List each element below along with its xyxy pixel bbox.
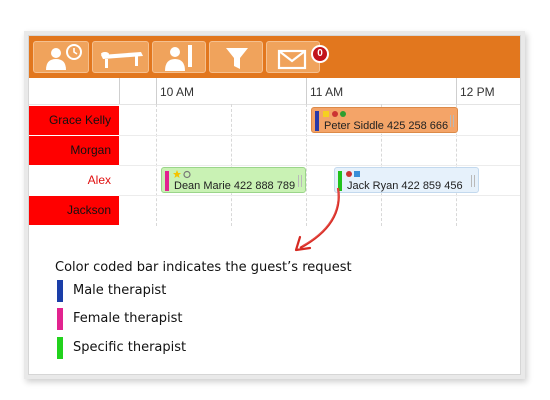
request-color-bar — [315, 111, 319, 131]
guest-status-icons — [323, 111, 346, 117]
therapists-button[interactable] — [152, 41, 206, 73]
massage-table-icon — [101, 52, 143, 68]
legend-swatch — [57, 280, 63, 302]
hour-label-12pm: 12 PM — [460, 85, 495, 99]
therapist-row-jackson[interactable]: Jackson — [29, 196, 119, 225]
resize-handle[interactable] — [471, 175, 475, 187]
appointment-peter-siddle[interactable]: Peter Siddle 425 258 666 — [311, 107, 458, 133]
row-divider — [119, 135, 520, 136]
hour-label-10am: 10 AM — [160, 85, 195, 99]
filter-button[interactable] — [209, 41, 263, 73]
rooms-button[interactable] — [92, 41, 149, 73]
request-color-bar — [165, 171, 169, 191]
appointment-label: Jack Ryan 422 859 456 — [347, 180, 463, 192]
therapist-row-alex[interactable]: Alex — [29, 166, 119, 195]
therapist-row-morgan[interactable]: Morgan — [29, 136, 119, 165]
legend-label: Specific therapist — [73, 340, 187, 355]
toolbar: 0 — [29, 36, 520, 78]
resize-handle[interactable] — [450, 115, 454, 127]
unread-messages-badge: 0 — [311, 45, 329, 63]
legend-swatch — [57, 308, 63, 330]
row-divider — [119, 165, 520, 166]
therapist-row-grace-kelly[interactable]: Grace Kelly — [29, 106, 119, 135]
time-header: 10 AM 11 AM 12 PM — [29, 78, 520, 105]
legend-label: Male therapist — [73, 283, 167, 298]
time-divider — [119, 78, 120, 104]
guest-status-icons — [173, 170, 191, 179]
appointment-label: Peter Siddle 425 258 666 — [324, 120, 449, 132]
hour-tick — [306, 78, 307, 104]
legend-label: Female therapist — [73, 311, 183, 326]
guest-schedule-button[interactable] — [33, 41, 89, 73]
hour-tick — [156, 78, 157, 104]
hour-tick — [456, 78, 457, 104]
therapist-icon — [165, 45, 192, 71]
guest-status-icons — [346, 171, 360, 177]
appointment-jack-ryan[interactable]: Jack Ryan 422 859 456 — [334, 167, 479, 193]
scheduler-window: 0 10 AM 11 AM 12 PM Grace Kelly Morgan A… — [28, 35, 521, 375]
appointment-label: Dean Marie 422 888 789 — [174, 180, 296, 192]
callout-arrow — [294, 187, 340, 252]
legend-swatch — [57, 337, 63, 359]
guest-clock-icon — [46, 44, 82, 70]
filter-icon — [226, 48, 248, 69]
legend-caption: Color coded bar indicates the guest’s re… — [55, 260, 352, 275]
hour-label-11am: 11 AM — [310, 85, 344, 99]
